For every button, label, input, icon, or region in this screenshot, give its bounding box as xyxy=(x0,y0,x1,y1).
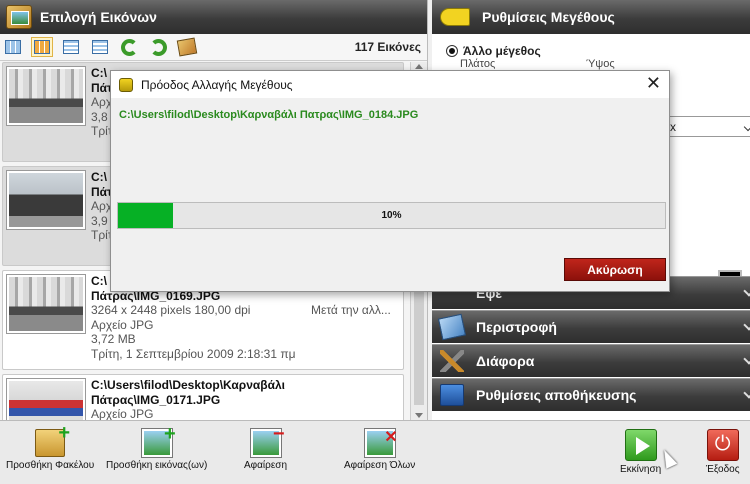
rotate-icon xyxy=(437,313,467,341)
list-view-icon xyxy=(92,40,108,54)
image-thumbnail xyxy=(7,171,85,229)
add-images-button[interactable]: Προσθήκη εικόνας(ων) xyxy=(106,423,208,471)
remove-all-icon xyxy=(364,427,398,457)
remove-label: Αφαίρεση xyxy=(244,460,288,471)
section-misc-label: Διάφορα xyxy=(476,353,535,369)
list-item[interactable]: C:\Users\filod\Desktop\Καρναβάλι Πάτρας\… xyxy=(2,374,404,420)
rotate-left-icon xyxy=(120,38,138,56)
add-images-label: Προσθήκη εικόνας(ων) xyxy=(106,460,208,471)
add-folder-label: Προσθήκη Φακέλου xyxy=(6,460,95,471)
rotate-right-icon xyxy=(149,38,167,56)
height-label: Ύψος xyxy=(586,58,615,70)
dialog-title: Πρόοδος Αλλαγής Μεγέθους xyxy=(141,77,293,92)
tiles-view-icon xyxy=(34,40,50,54)
remove-all-button[interactable]: Αφαίρεση Όλων xyxy=(344,427,416,471)
details-view-button[interactable] xyxy=(60,37,82,57)
pictures-icon xyxy=(176,37,198,57)
details-view-icon xyxy=(63,40,79,54)
rotate-right-button[interactable] xyxy=(147,37,169,57)
section-misc[interactable]: Διάφορα xyxy=(432,344,750,377)
add-image-icon xyxy=(141,423,176,457)
cancel-button[interactable]: Ακύρωση xyxy=(564,258,666,281)
chevron-down-icon xyxy=(743,285,750,297)
exit-button[interactable]: Έξοδος xyxy=(706,429,740,475)
pictures-button[interactable] xyxy=(176,37,198,57)
chevron-down-icon xyxy=(743,319,750,331)
app-icon xyxy=(119,77,133,92)
resize-settings-title: Ρυθμίσεις Μεγέθους xyxy=(482,9,615,25)
other-size-label: Άλλο μέγεθος xyxy=(463,44,541,58)
item-dimensions: 3264 x 2448 pixels 180,00 dpi xyxy=(91,303,251,317)
add-folder-button[interactable]: Προσθήκη Φακέλου xyxy=(6,422,95,471)
rotate-left-button[interactable] xyxy=(118,37,140,57)
remove-image-icon xyxy=(250,423,285,457)
start-label: Εκκίνηση xyxy=(620,464,662,475)
size-unit-select[interactable]: x xyxy=(666,116,750,137)
close-icon[interactable]: ✕ xyxy=(646,73,661,94)
power-icon xyxy=(706,429,739,461)
thumbnails-view-button[interactable] xyxy=(2,37,24,57)
add-folder-icon xyxy=(35,422,70,457)
item-type: Αρχείο JPG xyxy=(91,407,154,420)
bottom-toolbar: Προσθήκη Φακέλου Προσθήκη εικόνας(ων) Αφ… xyxy=(0,420,750,484)
image-selection-title: Επιλογή Εικόνων xyxy=(40,9,157,25)
tiles-view-button[interactable] xyxy=(31,37,53,57)
start-button[interactable]: Εκκίνηση xyxy=(620,429,661,475)
dialog-titlebar[interactable]: Πρόοδος Αλλαγής Μεγέθους ✕ xyxy=(111,71,669,98)
image-count: 117 Εικόνες xyxy=(354,40,421,54)
exit-label: Έξοδος xyxy=(706,464,740,475)
resize-settings-header[interactable]: Ρυθμίσεις Μεγέθους xyxy=(432,0,750,34)
item-path-line2: Πάτρας\IMG_0171.JPG xyxy=(91,392,221,407)
section-rotate[interactable]: Περιστροφή xyxy=(432,310,750,343)
item-path-line1: C:\Users\filod\Desktop\Καρναβάλι xyxy=(91,378,285,392)
tools-icon xyxy=(440,350,464,372)
chevron-down-icon xyxy=(743,353,750,365)
play-icon xyxy=(624,429,657,461)
scroll-down-icon[interactable] xyxy=(415,413,423,418)
remove-all-label: Αφαίρεση Όλων xyxy=(344,460,416,471)
width-label: Πλάτος xyxy=(460,58,496,70)
save-settings-icon xyxy=(440,384,464,406)
thumbnails-view-icon xyxy=(5,40,21,54)
remove-button[interactable]: Αφαίρεση xyxy=(244,423,288,471)
progress-percent: 10% xyxy=(381,210,402,221)
other-size-radio[interactable]: Άλλο μέγεθος xyxy=(446,44,750,58)
pictures-icon xyxy=(6,5,32,29)
radio-selected-icon xyxy=(446,45,458,57)
image-thumbnail xyxy=(7,379,85,420)
item-type: Αρχείο JPG xyxy=(91,317,154,332)
resize-progress-dialog: Πρόοδος Αλλαγής Μεγέθους ✕ C:\Users\filo… xyxy=(110,70,670,292)
item-after-resize: Μετά την αλλ... xyxy=(311,303,391,317)
view-toolbar: 117 Εικόνες xyxy=(0,34,427,61)
image-selection-header: Επιλογή Εικόνων xyxy=(0,0,427,34)
list-view-button[interactable] xyxy=(89,37,111,57)
measuring-tape-icon xyxy=(440,8,470,26)
section-save-settings-label: Ρυθμίσεις αποθήκευσης xyxy=(476,387,637,403)
progress-bar: 10% xyxy=(117,202,666,229)
item-date: Τρίτη, 1 Σεπτεμβρίου 2009 2:18:31 πμ xyxy=(91,346,296,361)
section-rotate-label: Περιστροφή xyxy=(476,319,557,335)
section-save-settings[interactable]: Ρυθμίσεις αποθήκευσης xyxy=(432,378,750,411)
image-thumbnail xyxy=(7,67,85,125)
image-thumbnail xyxy=(7,275,85,333)
item-size: 3,72 MB xyxy=(91,332,136,346)
current-file-path: C:\Users\filod\Desktop\Καρναβάλι Πατρας\… xyxy=(119,109,419,121)
chevron-down-icon xyxy=(743,387,750,399)
scroll-up-icon[interactable] xyxy=(415,64,423,69)
